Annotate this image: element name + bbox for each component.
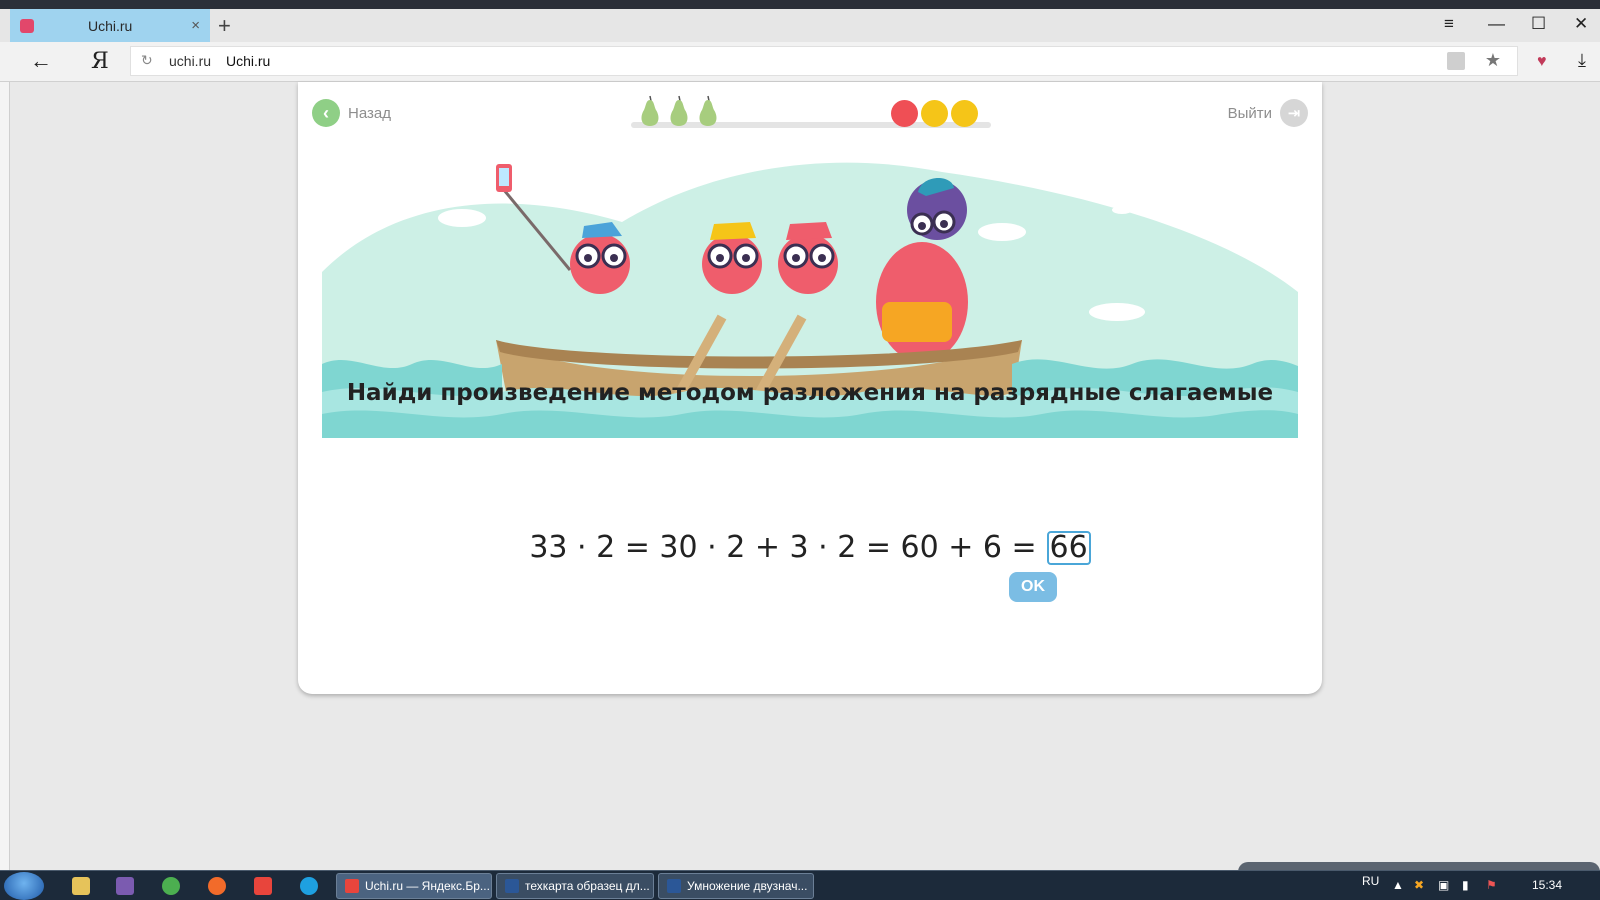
progress-bar xyxy=(631,95,991,128)
chevron-left-icon: ‹ xyxy=(312,99,340,127)
clock[interactable]: 15:34 xyxy=(1532,878,1562,892)
maximize-button[interactable]: ☐ xyxy=(1531,14,1546,34)
exit-link-label: Выйти xyxy=(1227,104,1272,122)
skype-icon[interactable] xyxy=(300,877,318,895)
address-field[interactable]: ↻ uchi.ru Uchi.ru ★ xyxy=(130,46,1518,76)
word-icon xyxy=(505,879,519,893)
new-tab-button[interactable]: + xyxy=(218,13,231,39)
tray-device-icon[interactable]: ▣ xyxy=(1438,878,1449,892)
taskbar-item-browser[interactable]: Uchi.ru — Яндекс.Бр... xyxy=(336,873,492,899)
left-window-edge xyxy=(0,82,10,870)
url-page-title: Uchi.ru xyxy=(226,53,271,69)
minimize-button[interactable]: — xyxy=(1488,14,1505,34)
equation-text: 33 · 2 = 30 · 2 + 3 · 2 = 60 + 6 = xyxy=(529,530,1037,565)
task-title: Найди произведение методом разложения на… xyxy=(346,380,1274,406)
start-button[interactable] xyxy=(4,872,44,900)
windows-taskbar: Uchi.ru — Яндекс.Бр... техкарта образец … xyxy=(0,870,1600,900)
yandex-browser-icon xyxy=(345,879,359,893)
window-title-strip xyxy=(0,0,1600,9)
taskbar-item-word-2[interactable]: Умножение двузнач... xyxy=(658,873,814,899)
reload-icon[interactable]: ↻ xyxy=(141,52,153,69)
url-domain: uchi.ru xyxy=(169,53,212,69)
explorer-icon[interactable] xyxy=(72,877,90,895)
pear-icon xyxy=(641,95,659,126)
browser-menu-button[interactable]: ≡ xyxy=(1444,14,1454,34)
lock-icon[interactable] xyxy=(1447,52,1465,70)
signal-icon[interactable]: ▮ xyxy=(1462,878,1469,892)
browser-tab-bar: Uchi.ru × + ≡ — ☐ ✕ xyxy=(0,0,1600,42)
chrome-icon[interactable] xyxy=(162,877,180,895)
apple-icon xyxy=(891,100,918,127)
pear-icon xyxy=(670,95,688,126)
answer-input[interactable]: 66 xyxy=(1046,530,1091,565)
media-player-icon[interactable] xyxy=(208,877,226,895)
address-bar-row: ← Я ↻ uchi.ru Uchi.ru ★ ♥ ⤓ xyxy=(0,42,1600,82)
taskbar-item-label: Uchi.ru — Яндекс.Бр... xyxy=(365,879,490,893)
language-indicator[interactable]: RU xyxy=(1362,874,1379,888)
uchi-favicon-icon xyxy=(20,18,34,33)
exit-icon: ⇥ xyxy=(1280,99,1308,127)
close-window-button[interactable]: ✕ xyxy=(1574,14,1588,34)
browser-tab[interactable]: Uchi.ru × xyxy=(10,9,210,42)
equation-row: 33 · 2 = 30 · 2 + 3 · 2 = 60 + 6 = 66 xyxy=(298,530,1322,565)
word-icon xyxy=(667,879,681,893)
back-link[interactable]: ‹ Назад xyxy=(312,99,391,127)
network-icon[interactable]: ⚑ xyxy=(1486,878,1497,892)
taskbar-item-label: Умножение двузнач... xyxy=(687,879,808,893)
ok-button[interactable]: OK xyxy=(1009,572,1057,602)
back-link-label: Назад xyxy=(348,104,391,122)
yandex-icon[interactable] xyxy=(254,877,272,895)
lesson-card: ‹ Назад Выйти ⇥ Найди произведение метод… xyxy=(298,82,1322,694)
tray-app-icon[interactable]: ✖ xyxy=(1414,878,1424,892)
exit-link[interactable]: Выйти ⇥ xyxy=(1228,99,1308,127)
taskbar-item-label: техкарта образец дл... xyxy=(525,879,650,893)
apple-icon xyxy=(921,100,948,127)
pear-icon xyxy=(699,95,717,126)
yandex-home-button[interactable]: Я xyxy=(91,49,109,74)
tab-close-icon[interactable]: × xyxy=(191,17,200,34)
tab-title: Uchi.ru xyxy=(88,17,133,34)
apple-icon xyxy=(951,100,978,127)
back-button[interactable]: ← xyxy=(30,48,52,74)
star-icon[interactable]: ★ xyxy=(1485,50,1501,71)
tray-expand-icon[interactable]: ▲ xyxy=(1392,878,1404,892)
download-icon[interactable]: ⤓ xyxy=(1578,50,1586,71)
visual-studio-icon[interactable] xyxy=(116,877,134,895)
heart-icon[interactable]: ♥ xyxy=(1537,53,1547,71)
taskbar-item-word-1[interactable]: техкарта образец дл... xyxy=(496,873,654,899)
